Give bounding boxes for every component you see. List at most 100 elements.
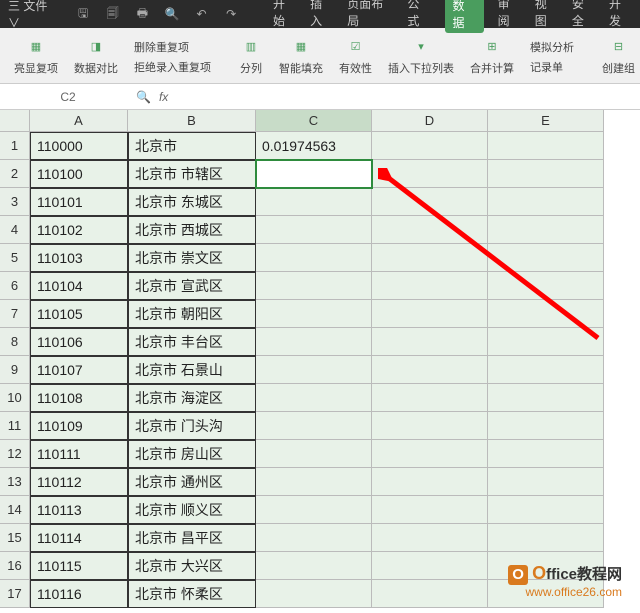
cell[interactable] bbox=[372, 328, 488, 356]
whatif-analysis[interactable]: 模拟分析 bbox=[530, 39, 574, 55]
cell[interactable]: 北京市 丰台区 bbox=[128, 328, 256, 356]
data-form[interactable]: 记录单 bbox=[530, 59, 574, 75]
cell[interactable]: 北京市 通州区 bbox=[128, 468, 256, 496]
row-header[interactable]: 3 bbox=[0, 188, 30, 216]
cell[interactable]: 110114 bbox=[30, 524, 128, 552]
cell[interactable]: 北京市 顺义区 bbox=[128, 496, 256, 524]
cell[interactable] bbox=[488, 496, 604, 524]
cell[interactable] bbox=[372, 300, 488, 328]
cell[interactable]: 110100 bbox=[30, 160, 128, 188]
cell[interactable] bbox=[256, 384, 372, 412]
cell[interactable] bbox=[256, 160, 372, 188]
cell[interactable] bbox=[256, 524, 372, 552]
cell[interactable] bbox=[488, 272, 604, 300]
cell[interactable]: 110104 bbox=[30, 272, 128, 300]
cell[interactable] bbox=[256, 440, 372, 468]
file-menu[interactable]: 三 文件 ∨ bbox=[8, 0, 61, 31]
dropdown-list[interactable]: ▾插入下拉列表 bbox=[382, 36, 460, 76]
cell[interactable] bbox=[256, 188, 372, 216]
tab-start[interactable]: 开始 bbox=[273, 0, 296, 33]
cell[interactable]: 北京市 怀柔区 bbox=[128, 580, 256, 608]
cell[interactable] bbox=[488, 160, 604, 188]
cell[interactable]: 110107 bbox=[30, 356, 128, 384]
cell[interactable] bbox=[488, 216, 604, 244]
cell[interactable]: 110116 bbox=[30, 580, 128, 608]
cell[interactable] bbox=[256, 216, 372, 244]
cell[interactable]: 110102 bbox=[30, 216, 128, 244]
cell[interactable] bbox=[488, 524, 604, 552]
cell[interactable] bbox=[488, 328, 604, 356]
cell[interactable] bbox=[372, 160, 488, 188]
delete-duplicates[interactable]: 删除重复项 bbox=[134, 39, 211, 55]
col-header-c[interactable]: C bbox=[256, 110, 372, 132]
cell[interactable]: 北京市 房山区 bbox=[128, 440, 256, 468]
cell[interactable] bbox=[372, 552, 488, 580]
col-header-d[interactable]: D bbox=[372, 110, 488, 132]
cell[interactable]: 北京市 石景山 bbox=[128, 356, 256, 384]
cell[interactable]: 110115 bbox=[30, 552, 128, 580]
cell[interactable] bbox=[372, 496, 488, 524]
cell[interactable] bbox=[488, 356, 604, 384]
tab-insert[interactable]: 插入 bbox=[310, 0, 333, 33]
row-header[interactable]: 5 bbox=[0, 244, 30, 272]
cell[interactable]: 110113 bbox=[30, 496, 128, 524]
cell[interactable]: 北京市 朝阳区 bbox=[128, 300, 256, 328]
save-icon[interactable]: 🖫 bbox=[75, 6, 91, 22]
row-header[interactable]: 13 bbox=[0, 468, 30, 496]
cell[interactable] bbox=[372, 244, 488, 272]
reject-duplicates[interactable]: 拒绝录入重复项 bbox=[134, 59, 211, 75]
cell[interactable]: 北京市 市辖区 bbox=[128, 160, 256, 188]
row-header[interactable]: 4 bbox=[0, 216, 30, 244]
row-header[interactable]: 16 bbox=[0, 552, 30, 580]
row-header[interactable]: 2 bbox=[0, 160, 30, 188]
data-compare[interactable]: ◨数据对比 bbox=[68, 36, 124, 76]
consolidate[interactable]: ⊞合并计算 bbox=[464, 36, 520, 76]
cell[interactable] bbox=[372, 524, 488, 552]
cell[interactable] bbox=[372, 188, 488, 216]
validation[interactable]: ☑有效性 bbox=[333, 36, 378, 76]
col-header-a[interactable]: A bbox=[30, 110, 128, 132]
smart-fill[interactable]: ▦智能填充 bbox=[273, 36, 329, 76]
cell[interactable]: 110111 bbox=[30, 440, 128, 468]
group[interactable]: ⊟创建组 bbox=[596, 36, 640, 76]
name-box[interactable]: C2 bbox=[8, 90, 128, 104]
save-as-icon[interactable]: 🗐 bbox=[105, 6, 121, 22]
tab-data[interactable]: 数据 bbox=[445, 0, 484, 33]
row-header[interactable]: 12 bbox=[0, 440, 30, 468]
row-header[interactable]: 15 bbox=[0, 524, 30, 552]
cell[interactable] bbox=[488, 188, 604, 216]
cell[interactable] bbox=[488, 468, 604, 496]
row-header[interactable]: 7 bbox=[0, 300, 30, 328]
magnify-icon[interactable]: 🔍 bbox=[136, 90, 151, 104]
cell[interactable]: 北京市 宣武区 bbox=[128, 272, 256, 300]
fx-icon[interactable]: fx bbox=[159, 90, 168, 104]
cell[interactable]: 110103 bbox=[30, 244, 128, 272]
cell[interactable] bbox=[488, 384, 604, 412]
cell[interactable] bbox=[488, 132, 604, 160]
tab-layout[interactable]: 页面布局 bbox=[347, 0, 393, 33]
cell[interactable] bbox=[256, 496, 372, 524]
cell[interactable]: 北京市 门头沟 bbox=[128, 412, 256, 440]
cell[interactable]: 110112 bbox=[30, 468, 128, 496]
cell[interactable]: 北京市 大兴区 bbox=[128, 552, 256, 580]
cell[interactable] bbox=[256, 412, 372, 440]
cell[interactable] bbox=[256, 580, 372, 608]
preview-icon[interactable]: 🔍 bbox=[164, 6, 180, 22]
cell[interactable] bbox=[256, 272, 372, 300]
cell[interactable] bbox=[372, 468, 488, 496]
cell[interactable]: 110000 bbox=[30, 132, 128, 160]
cell[interactable] bbox=[488, 440, 604, 468]
cell[interactable] bbox=[256, 468, 372, 496]
cell[interactable]: 北京市 西城区 bbox=[128, 216, 256, 244]
tab-review[interactable]: 审阅 bbox=[498, 0, 521, 33]
undo-icon[interactable]: ↶ bbox=[194, 6, 210, 22]
cell[interactable] bbox=[256, 244, 372, 272]
col-header-b[interactable]: B bbox=[128, 110, 256, 132]
cell[interactable]: 110105 bbox=[30, 300, 128, 328]
cell[interactable] bbox=[372, 216, 488, 244]
tab-formula[interactable]: 公式 bbox=[407, 0, 430, 33]
cell[interactable]: 北京市 bbox=[128, 132, 256, 160]
cell[interactable]: 0.01974563 bbox=[256, 132, 372, 160]
highlight-duplicates[interactable]: ▦亮显复项 bbox=[8, 36, 64, 76]
cell[interactable] bbox=[372, 272, 488, 300]
